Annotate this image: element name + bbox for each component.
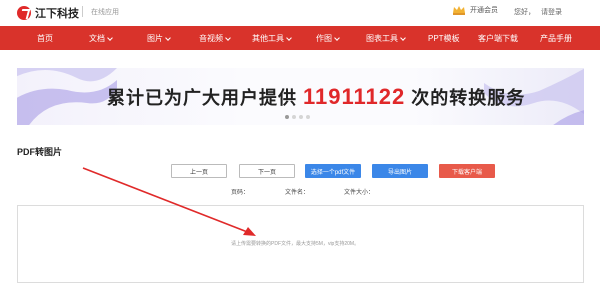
top-bar: 江下科技 在线应用 开通会员 您好， 请登录 [0, 0, 600, 24]
divider [82, 6, 83, 17]
banner-suffix: 次的转换服务 [411, 88, 526, 108]
carousel-dot[interactable] [299, 115, 303, 119]
banner-prefix: 累计已为广大用户提供 [107, 88, 297, 108]
brand-logo[interactable]: 江下科技 [17, 5, 79, 21]
vip-link[interactable]: 开通会员 [452, 5, 498, 15]
chevron-down-icon [334, 34, 340, 41]
chevron-down-icon [225, 34, 231, 41]
download-client-button[interactable]: 下载客户端 [439, 164, 495, 178]
banner-headline: 累计已为广大用户提供 11911122 次的转换服务 [107, 84, 525, 110]
chevron-down-icon [165, 34, 171, 41]
chevron-down-icon [107, 34, 113, 41]
carousel-dot[interactable] [285, 115, 289, 119]
upload-hint: 请上传需要转换的PDF文件，最大支持5M，vip支持20M。 [231, 241, 360, 247]
page-number-label: 页码： [231, 190, 250, 196]
online-apps-label: 在线应用 [91, 9, 119, 16]
choose-pdf-button[interactable]: 选择一个pdf文件 [305, 164, 361, 178]
carousel-dot[interactable] [292, 115, 296, 119]
vip-label: 开通会员 [470, 7, 498, 14]
nav-item-drawing[interactable]: 作图 [316, 33, 340, 44]
main-nav: 首页 文档 图片 音视频 其他工具 作图 图表工具 PPT模板 客户端下载 产品… [0, 26, 600, 50]
chevron-down-icon [286, 34, 292, 41]
chevron-down-icon [400, 34, 406, 41]
carousel-dots [285, 115, 310, 119]
page-title: PDF转图片 [17, 147, 63, 157]
nav-item-chart-tools[interactable]: 图表工具 [366, 33, 406, 44]
nav-item-manual[interactable]: 产品手册 [540, 33, 572, 44]
nav-item-home[interactable]: 首页 [37, 33, 53, 44]
carousel-dot[interactable] [306, 115, 310, 119]
nav-item-other-tools[interactable]: 其他工具 [252, 33, 292, 44]
nav-item-ppt-templates[interactable]: PPT模板 [428, 33, 460, 44]
logo-icon [17, 6, 31, 20]
filesize-label: 文件大小： [344, 190, 375, 196]
banner-count: 11911122 [303, 84, 406, 109]
brand-name: 江下科技 [35, 8, 79, 20]
upload-dropzone[interactable]: 请上传需要转换的PDF文件，最大支持5M，vip支持20M。 [17, 205, 584, 283]
login-link[interactable]: 请登录 [541, 9, 562, 16]
prev-page-button[interactable]: 上一页 [171, 164, 227, 178]
nav-item-media[interactable]: 音视频 [199, 33, 231, 44]
export-images-button[interactable]: 导出图片 [372, 164, 428, 178]
filename-label: 文件名： [285, 190, 310, 196]
banner-wave-left [17, 68, 117, 125]
crown-icon [452, 5, 466, 15]
greeting-text: 您好， [514, 9, 535, 16]
next-page-button[interactable]: 下一页 [239, 164, 295, 178]
user-greeting: 您好， 请登录 [514, 7, 568, 17]
nav-item-client-download[interactable]: 客户端下载 [478, 33, 518, 44]
nav-item-docs[interactable]: 文档 [89, 33, 113, 44]
nav-item-images[interactable]: 图片 [147, 33, 171, 44]
